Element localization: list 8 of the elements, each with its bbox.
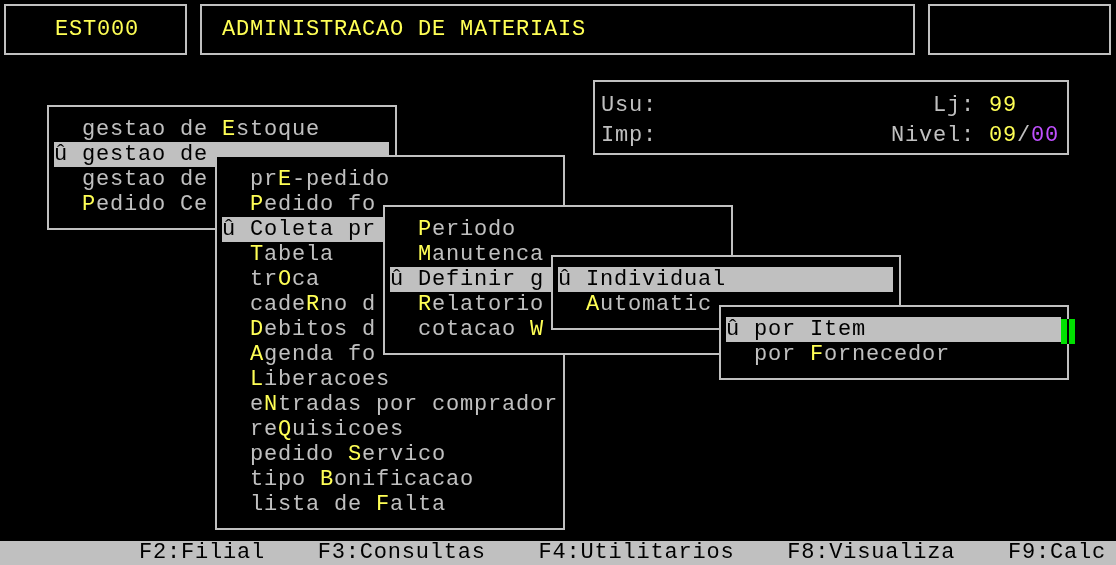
info-label: Imp: xyxy=(601,123,658,150)
program-code-panel: EST000 xyxy=(4,4,187,55)
info-label: Usu: xyxy=(601,93,658,120)
info-label: Lj: xyxy=(932,93,975,120)
info-label: Nivel: xyxy=(891,123,975,150)
nivel-value: 09/00 xyxy=(988,123,1061,150)
screen-title-panel: ADMINISTRACAO DE MATERIAIS xyxy=(200,4,915,55)
store-value: 99 xyxy=(988,93,1018,120)
